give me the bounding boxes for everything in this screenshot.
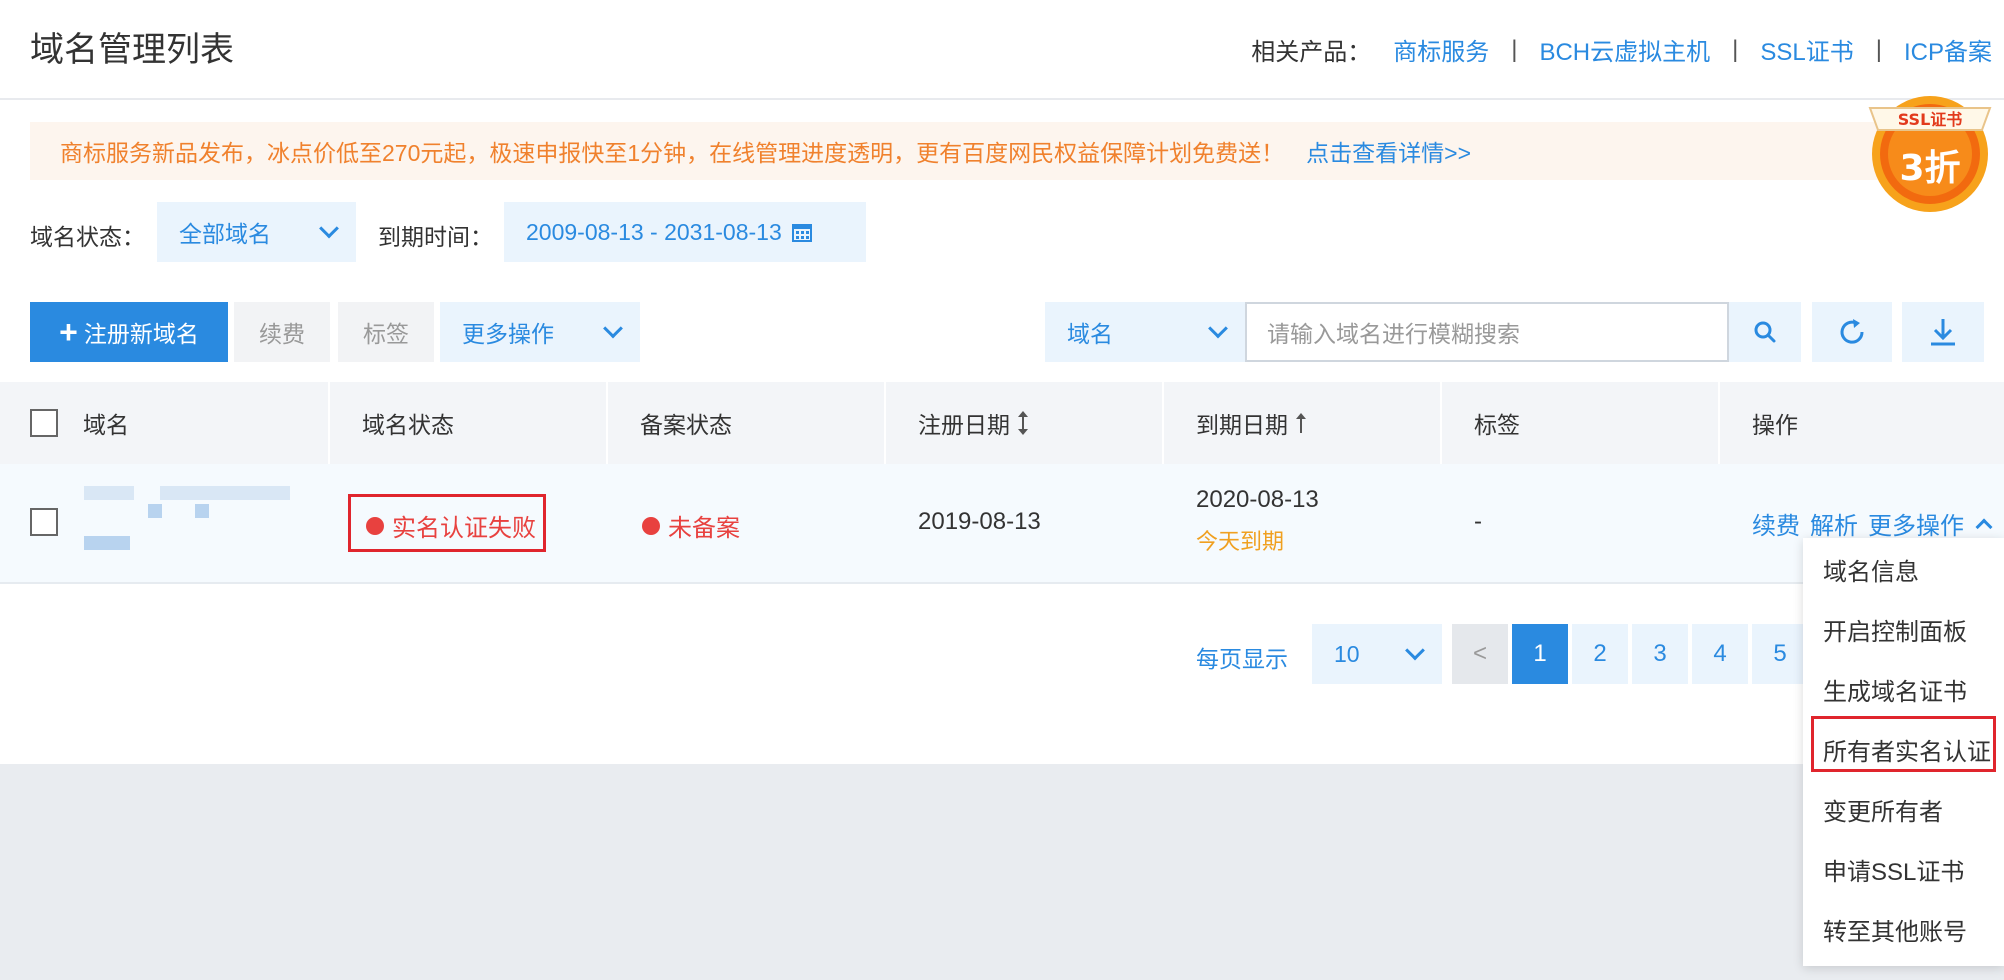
link-trademark[interactable]: 商标服务 bbox=[1393, 32, 1489, 67]
menu-item-transfer-account[interactable]: 转至其他账号 bbox=[1823, 912, 1967, 947]
status-filter-value: 全部域名 bbox=[179, 221, 271, 247]
icp-status-cell: 未备案 bbox=[642, 508, 740, 543]
more-actions-link-label: 更多操作 bbox=[1868, 513, 1964, 540]
column-header-actions: 操作 bbox=[1752, 412, 1798, 438]
search-field-select[interactable]: 域名 bbox=[1045, 302, 1245, 362]
menu-item-change-owner[interactable]: 变更所有者 bbox=[1823, 792, 1943, 827]
search-icon bbox=[1754, 321, 1776, 343]
refresh-icon bbox=[1840, 319, 1864, 344]
sort-ascending-icon bbox=[1296, 413, 1306, 433]
error-dot-icon bbox=[642, 516, 660, 535]
column-header-domain: 域名 bbox=[83, 412, 129, 438]
chevron-down-icon bbox=[1208, 318, 1228, 339]
expire-filter-label: 到期时间： bbox=[378, 224, 493, 250]
refresh-button[interactable] bbox=[1812, 302, 1892, 362]
svg-text:SSL证书: SSL证书 bbox=[1898, 110, 1963, 129]
menu-item-apply-ssl[interactable]: 申请SSL证书 bbox=[1823, 852, 1964, 887]
column-divider bbox=[1718, 382, 1720, 464]
promo-notice: 商标服务新品发布，冰点价低至270元起，极速申报快至1分钟，在线管理进度透明，更… bbox=[30, 122, 1960, 180]
promo-notice-text: 商标服务新品发布，冰点价低至270元起，极速申报快至1分钟，在线管理进度透明，更… bbox=[60, 140, 1285, 166]
column-header-domain-status: 域名状态 bbox=[362, 412, 454, 438]
column-header-exp-date[interactable]: 到期日期 bbox=[1196, 382, 1308, 464]
column-divider bbox=[1440, 382, 1442, 464]
per-page-value: 10 bbox=[1334, 640, 1360, 667]
promo-details-link[interactable]: 点击查看详情>> bbox=[1306, 134, 1471, 168]
separator: | bbox=[1732, 35, 1739, 63]
reg-date-header-label: 注册日期 bbox=[918, 412, 1010, 438]
link-ssl[interactable]: SSL证书 bbox=[1760, 32, 1853, 67]
more-actions-label: 更多操作 bbox=[462, 321, 554, 347]
download-icon bbox=[1931, 319, 1955, 346]
table-header: 域名 域名状态 备案状态 注册日期 到期日期 标签 操作 bbox=[0, 382, 2004, 464]
highlight-box bbox=[348, 494, 546, 552]
ssl-badge-icon: SSL证书 3折 bbox=[1868, 96, 1992, 212]
tag-button[interactable]: 标签 bbox=[338, 302, 434, 362]
prev-page-button[interactable]: < bbox=[1452, 624, 1508, 684]
column-divider bbox=[606, 382, 608, 464]
link-icp[interactable]: ICP备案 bbox=[1904, 32, 1992, 67]
expire-date-range[interactable]: 2009-08-13 - 2031-08-13 bbox=[504, 202, 866, 262]
download-button[interactable] bbox=[1902, 302, 1984, 362]
expire-date-range-value: 2009-08-13 - 2031-08-13 bbox=[526, 218, 782, 245]
search-placeholder: 请输入域名进行模糊搜索 bbox=[1267, 321, 1520, 347]
column-header-icp-status: 备案状态 bbox=[640, 412, 732, 438]
per-page-label: 每页显示 bbox=[1196, 646, 1288, 672]
link-bch-hosting[interactable]: BCH云虚拟主机 bbox=[1539, 32, 1710, 67]
more-actions-menu: 域名信息 开启控制面板 生成域名证书 所有者实名认证 变更所有者 申请SSL证书… bbox=[1803, 538, 2004, 966]
menu-item-domain-info[interactable]: 域名信息 bbox=[1823, 552, 1919, 587]
renew-action-link[interactable]: 续费 bbox=[1752, 506, 1800, 541]
page-button-3[interactable]: 3 bbox=[1632, 624, 1688, 684]
register-domain-button[interactable]: + 注册新域名 bbox=[30, 302, 228, 362]
per-page-select[interactable]: 10 bbox=[1312, 624, 1442, 684]
more-actions-dropdown[interactable]: 更多操作 bbox=[440, 302, 640, 362]
column-header-tag: 标签 bbox=[1474, 412, 1520, 438]
separator: | bbox=[1875, 35, 1882, 63]
page-background bbox=[0, 764, 2004, 980]
exp-date-header-label: 到期日期 bbox=[1196, 412, 1288, 438]
chevron-down-icon bbox=[603, 318, 623, 339]
search-input[interactable]: 请输入域名进行模糊搜索 bbox=[1245, 302, 1729, 362]
sort-icon bbox=[1018, 411, 1028, 435]
select-all-checkbox[interactable] bbox=[30, 409, 58, 437]
tag-cell: - bbox=[1474, 508, 1482, 535]
chevron-up-icon bbox=[1975, 518, 1993, 535]
reg-date-cell: 2019-08-13 bbox=[918, 508, 1041, 535]
page-button-2[interactable]: 2 bbox=[1572, 624, 1628, 684]
column-header-reg-date[interactable]: 注册日期 bbox=[918, 382, 1030, 464]
separator: | bbox=[1511, 35, 1518, 63]
status-filter-label: 域名状态： bbox=[30, 224, 145, 250]
exp-date-cell: 2020-08-13 bbox=[1196, 486, 1319, 513]
page-title: 域名管理列表 bbox=[30, 31, 234, 69]
renew-button[interactable]: 续费 bbox=[234, 302, 330, 362]
related-products-label: 相关产品： bbox=[1251, 39, 1372, 66]
ssl-discount-badge[interactable]: SSL证书 3折 bbox=[1862, 82, 1998, 218]
svg-text:3折: 3折 bbox=[1899, 148, 1960, 189]
dns-action-link[interactable]: 解析 bbox=[1810, 506, 1858, 541]
related-products: 相关产品： 商标服务 | BCH云虚拟主机 | SSL证书 | ICP备案 bbox=[1251, 32, 1992, 67]
register-domain-label: 注册新域名 bbox=[83, 321, 199, 347]
chevron-down-icon bbox=[319, 218, 339, 239]
menu-item-control-panel[interactable]: 开启控制面板 bbox=[1823, 612, 1967, 647]
page-button-4[interactable]: 4 bbox=[1692, 624, 1748, 684]
expiry-warning: 今天到期 bbox=[1196, 529, 1285, 554]
calendar-icon bbox=[791, 224, 812, 242]
status-filter-select[interactable]: 全部域名 bbox=[157, 202, 356, 262]
icp-status-text: 未备案 bbox=[668, 515, 740, 542]
chevron-down-icon bbox=[1405, 640, 1425, 661]
more-actions-link[interactable]: 更多操作 bbox=[1868, 506, 1993, 541]
highlight-box bbox=[1811, 716, 1996, 772]
column-divider bbox=[328, 382, 330, 464]
page-button-5[interactable]: 5 bbox=[1752, 624, 1808, 684]
search-button[interactable] bbox=[1729, 302, 1801, 362]
menu-item-domain-certificate[interactable]: 生成域名证书 bbox=[1823, 672, 1967, 707]
plus-icon: + bbox=[59, 314, 78, 350]
column-divider bbox=[884, 382, 886, 464]
column-divider bbox=[1162, 382, 1164, 464]
page-button-1[interactable]: 1 bbox=[1512, 624, 1568, 684]
table-row: 实名认证失败 未备案 2019-08-13 2020-08-13 今天到期 - … bbox=[0, 464, 2004, 584]
row-checkbox[interactable] bbox=[30, 508, 58, 536]
page-header: 域名管理列表 相关产品： 商标服务 | BCH云虚拟主机 | SSL证书 | I… bbox=[0, 0, 2004, 100]
actions-cell: 续费 解析 更多操作 bbox=[1752, 506, 1993, 541]
search-field-value: 域名 bbox=[1067, 321, 1113, 347]
